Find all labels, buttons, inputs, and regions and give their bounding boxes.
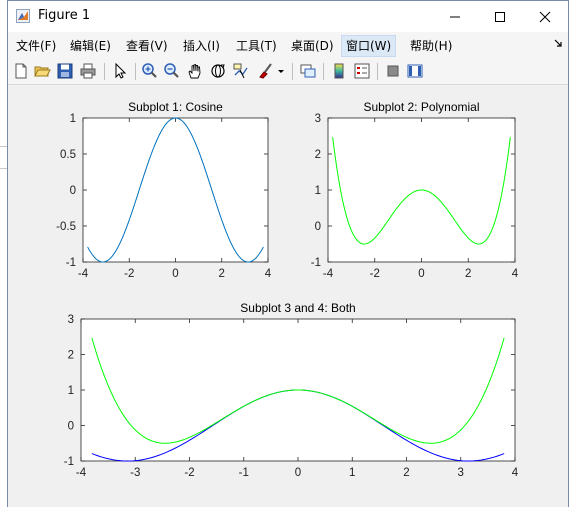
x-tick-label: 0	[418, 268, 424, 280]
y-tick-label: -1	[64, 456, 74, 468]
print-icon[interactable]	[79, 62, 97, 80]
menu-help[interactable]: 帮助(H)	[406, 36, 456, 56]
x-tick-label: -4	[323, 268, 334, 280]
x-tick-label: 0	[172, 268, 178, 280]
menu-bar: 文件(F) 编辑(E) 查看(V) 插入(I) 工具(T) 桌面(D) 窗口(W…	[8, 32, 568, 59]
brush-dropdown-icon[interactable]	[276, 62, 286, 80]
x-tick-label: -2	[184, 467, 194, 479]
menu-edit[interactable]: 编辑(E)	[66, 36, 115, 56]
open-icon[interactable]	[33, 62, 51, 80]
y-tick-label: 1	[315, 185, 321, 197]
x-tick-label: -1	[239, 467, 249, 479]
maximize-button[interactable]	[477, 1, 523, 32]
x-tick-label: 2	[219, 268, 225, 280]
maximize-icon	[495, 11, 505, 22]
axes-1-title: Subplot 1: Cosine	[128, 100, 223, 114]
y-tick-label: 2	[68, 350, 74, 362]
title-bar[interactable]: Figure 1	[8, 1, 568, 32]
menu-file[interactable]: 文件(F)	[12, 36, 60, 56]
x-tick-label: 1	[349, 467, 355, 479]
y-tick-label: -1	[66, 257, 76, 269]
axes-1-box	[82, 117, 269, 263]
menu-tools[interactable]: 工具(T)	[232, 36, 281, 56]
menu-view[interactable]: 查看(V)	[122, 36, 172, 56]
hide-plot-tools-icon[interactable]	[384, 62, 402, 80]
y-tick-label: 1	[70, 113, 76, 125]
y-tick-label: 2	[315, 149, 321, 161]
figure-window: Figure 1 文件(F) 编辑(E) 查看(V) 插入(I) 工具(T) 桌…	[7, 0, 569, 507]
minimize-button[interactable]	[432, 1, 478, 32]
y-tick-label: 0	[68, 421, 74, 433]
menu-window[interactable]: 窗口(W)	[341, 35, 397, 57]
y-tick-label: 3	[315, 113, 321, 125]
show-plot-tools-icon[interactable]	[406, 62, 424, 80]
save-icon[interactable]	[56, 62, 74, 80]
x-tick-label: 3	[458, 467, 464, 479]
link-plot-icon[interactable]	[299, 62, 317, 80]
brush-icon[interactable]	[257, 62, 275, 80]
dock-arrow-icon[interactable]	[554, 39, 562, 47]
x-tick-label: -2	[124, 268, 134, 280]
new-figure-icon[interactable]	[12, 62, 30, 80]
y-tick-label: 3	[68, 314, 74, 326]
y-tick-label: 0.5	[60, 149, 76, 161]
minimize-icon	[450, 16, 460, 17]
window-title: Figure 1	[38, 8, 91, 23]
close-icon	[539, 11, 551, 22]
figure-toolbar	[8, 58, 568, 85]
x-tick-label: 2	[403, 467, 409, 479]
x-tick-label: -2	[370, 268, 380, 280]
y-tick-label: 0	[315, 221, 321, 233]
rotate-3d-icon[interactable]	[209, 62, 227, 80]
zoom-in-icon[interactable]	[141, 62, 159, 80]
colorbar-icon[interactable]	[330, 62, 348, 80]
menu-insert[interactable]: 插入(I)	[179, 36, 224, 56]
x-tick-label: 4	[512, 467, 519, 479]
x-tick-label: 2	[465, 268, 471, 280]
figure-canvas: Subplot 1: Cosine -4 -2 0 2 4 -1 -0.5 0 0.5 1 Subpl…	[8, 85, 568, 507]
x-tick-label: 4	[512, 268, 519, 280]
axes-3-title: Subplot 3 and 4: Both	[240, 301, 355, 315]
pan-hand-icon[interactable]	[186, 62, 204, 80]
y-tick-label: -1	[311, 257, 321, 269]
matlab-app-icon	[16, 9, 30, 23]
menu-desktop[interactable]: 桌面(D)	[287, 36, 338, 56]
x-tick-label: 4	[265, 268, 272, 280]
close-button[interactable]	[522, 1, 568, 32]
data-cursor-icon[interactable]	[232, 62, 250, 80]
y-tick-label: 0	[70, 185, 76, 197]
select-arrow-icon[interactable]	[111, 62, 129, 80]
x-tick-label: -4	[78, 268, 89, 280]
plots-canvas: Subplot 1: Cosine -4 -2 0 2 4 -1 -0.5 0 0.5 1 Subpl…	[56, 100, 519, 479]
x-tick-label: -4	[76, 467, 87, 479]
y-tick-label: 1	[68, 385, 74, 397]
x-tick-label: 0	[295, 467, 301, 479]
zoom-out-icon[interactable]	[163, 62, 181, 80]
y-tick-label: -0.5	[56, 221, 76, 233]
axes-2-title: Subplot 2: Polynomial	[363, 100, 479, 114]
x-tick-label: -3	[130, 467, 140, 479]
legend-icon[interactable]	[353, 62, 371, 80]
